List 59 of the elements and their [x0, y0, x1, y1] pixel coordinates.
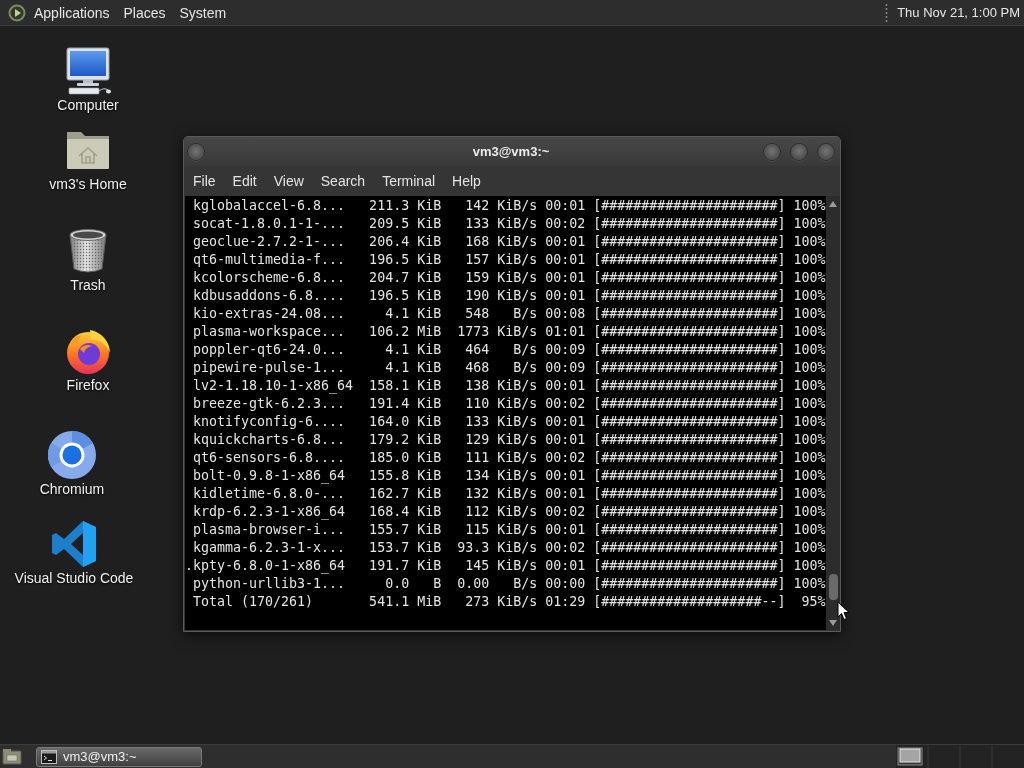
ribbon-icon[interactable]	[50, 520, 98, 568]
terminal-line: krdp-6.2.3-1-x86_64 168.4 KiB 112 KiB/s 00:02 [######################] 100%	[192, 503, 826, 521]
icon-label: vm3's Home	[49, 176, 127, 192]
terminal-line: kio-extras-24.08... 4.1 KiB 548 B/s 00:08 [######################] 100%	[192, 305, 826, 323]
menu-item[interactable]: Search	[312, 169, 374, 193]
panel-menu[interactable]: Applications	[27, 1, 117, 24]
terminal-line: qt6-multimedia-f... 196.5 KiB 157 KiB/s 00:01 [######################] 100%	[192, 251, 826, 269]
ring-icon[interactable]	[48, 431, 96, 479]
menu-item[interactable]: File	[185, 169, 224, 193]
taskbar-button[interactable]: vm3@vm3:~	[36, 746, 202, 767]
terminal-line: breeze-gtk-6.2.3... 191.4 KiB 110 KiB/s 00:02 [######################] 100%	[192, 395, 826, 413]
terminal-line: lv2-1.18.10-1-x86_64 158.1 KiB 138 KiB/s 00:01 [######################] 100%	[192, 377, 826, 395]
terminal-line: Total (170/261) 541.1 MiB 273 KiB/s 01:29 [####################--] 95%	[192, 593, 826, 611]
menu-item[interactable]: Edit	[224, 169, 265, 193]
scrollbar-thumb[interactable]	[828, 574, 838, 600]
terminal-line: kquickcharts-6.8... 179.2 KiB 129 KiB/s 00:01 [######################] 100%	[192, 431, 826, 449]
show-desktop-icon[interactable]	[2, 747, 22, 766]
terminal-line: knotifyconfig-6.... 164.0 KiB 133 KiB/s 00:01 [######################] 100%	[192, 413, 826, 431]
terminal-line: kglobalaccel-6.8... 211.3 KiB 142 KiB/s 00:01 [######################] 100%	[192, 197, 826, 215]
window-title: vm3@vm3:~	[472, 144, 550, 159]
terminal-line: plasma-browser-i... 155.7 KiB 115 KiB/s 00:01 [######################] 100%	[192, 521, 826, 539]
terminal-line: .kpty-6.8.0-1-x86_64 191.7 KiB 145 KiB/s 00:01 [######################] 100%	[185, 557, 826, 575]
terminal-line: kidletime-6.8.0-... 162.7 KiB 132 KiB/s 00:01 [######################] 100%	[192, 485, 826, 503]
terminal-line: qt6-sensors-6.8.... 185.0 KiB 111 KiB/s 00:02 [######################] 100%	[192, 449, 826, 467]
terminal-line: plasma-workspace... 106.2 MiB 1773 KiB/s 01:01 [######################] 100%	[192, 323, 826, 341]
close-button[interactable]	[818, 143, 834, 160]
workspace-switcher[interactable]	[896, 745, 1024, 768]
menu-item[interactable]: Help	[444, 169, 489, 193]
scroll-down-icon[interactable]	[829, 620, 837, 626]
panel-menu[interactable]: Places	[116, 1, 173, 24]
menu-item[interactable]: Terminal	[374, 169, 444, 193]
panel-menu[interactable]: System	[172, 1, 234, 24]
play-circle-icon[interactable]	[8, 3, 26, 22]
terminal-line: poppler-qt6-24.0... 4.1 KiB 464 B/s 00:09 [######################] 100%	[192, 341, 826, 359]
terminal-icon	[41, 749, 57, 764]
terminal-line: python-urllib3-1... 0.0 B 0.00 B/s 00:00 [######################] 100%	[192, 575, 826, 593]
scroll-up-icon[interactable]	[829, 201, 837, 207]
maximize-button[interactable]	[791, 143, 807, 160]
menu-item[interactable]: View	[265, 169, 312, 193]
icon-label: Firefox	[66, 377, 110, 393]
icon-label: Computer	[57, 97, 119, 113]
terminal-line: socat-1.8.0.1-1-... 209.5 KiB 133 KiB/s 00:02 [######################] 100%	[192, 215, 826, 233]
terminal-line: kcolorscheme-6.8... 204.7 KiB 159 KiB/s 00:01 [######################] 100%	[192, 269, 826, 287]
terminal-line: bolt-0.9.8-1-x86_64 155.8 KiB 134 KiB/s 00:01 [######################] 100%	[192, 467, 826, 485]
window-menu-button[interactable]	[188, 143, 204, 160]
icon-label: Trash	[70, 277, 106, 293]
terminal-line: geoclue-2.7.2-1-... 206.4 KiB 168 KiB/s 00:01 [######################] 100%	[192, 233, 826, 251]
terminal-line: pipewire-pulse-1... 4.1 KiB 468 B/s 00:09 [######################] 100%	[192, 359, 826, 377]
flame-globe-icon[interactable]	[64, 327, 112, 375]
minimize-button[interactable]	[764, 143, 780, 160]
icon-label: Chromium	[39, 481, 105, 497]
terminal-line: kdbusaddons-6.8.... 196.5 KiB 190 KiB/s 00:01 [######################] 100%	[192, 287, 826, 305]
monitor-icon[interactable]	[64, 47, 112, 95]
icon-label: Visual Studio Code	[14, 570, 134, 586]
scrollbar[interactable]	[826, 196, 840, 630]
pointer-icon	[837, 601, 850, 621]
clock: Thu Nov 21, 1:00 PM	[897, 5, 1020, 20]
panel-handle-icon[interactable]	[885, 2, 889, 23]
terminal-line: kgamma-6.2.3-1-x... 153.7 KiB 93.3 KiB/s 00:02 [######################] 100%	[192, 539, 826, 557]
